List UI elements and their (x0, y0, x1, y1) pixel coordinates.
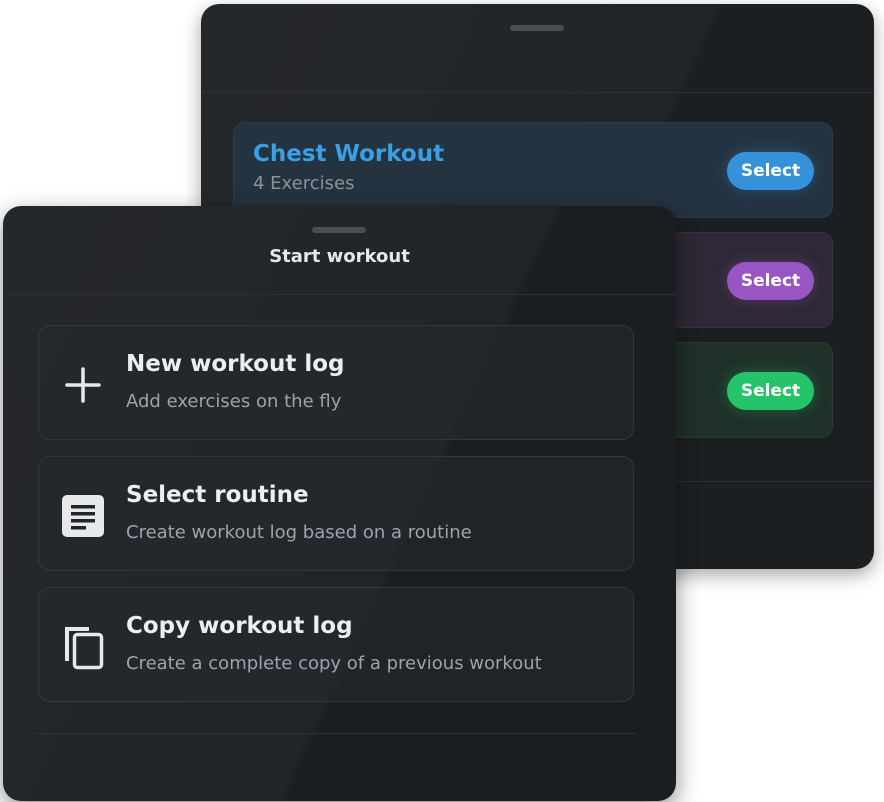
copy-workout-log-option[interactable]: Copy workout log Create a complete copy … (38, 587, 634, 702)
divider (3, 294, 676, 295)
routine-card-chest[interactable]: Chest Workout 4 Exercises Select (233, 122, 833, 218)
option-title: Copy workout log (126, 613, 353, 639)
stage: Chest Workout 4 Exercises Select Select … (0, 0, 884, 802)
divider (201, 92, 874, 93)
copy-icon (59, 623, 107, 671)
select-button[interactable]: Select (727, 262, 814, 300)
divider (35, 733, 636, 734)
select-routine-option[interactable]: Select routine Create workout log based … (38, 456, 634, 571)
option-title: Select routine (126, 482, 309, 508)
drag-handle[interactable] (312, 227, 366, 233)
option-title: New workout log (126, 351, 345, 377)
new-workout-log-option[interactable]: New workout log Add exercises on the fly (38, 325, 634, 440)
option-description: Add exercises on the fly (126, 391, 342, 412)
plus-icon (59, 361, 107, 409)
drag-handle[interactable] (510, 25, 564, 31)
option-description: Create workout log based on a routine (126, 522, 472, 543)
sheet-title: Start workout (269, 246, 410, 267)
routine-exercise-count: 4 Exercises (253, 173, 355, 194)
option-description: Create a complete copy of a previous wor… (126, 653, 542, 674)
select-button[interactable]: Select (727, 372, 814, 410)
routine-title: Chest Workout (253, 141, 445, 167)
select-button[interactable]: Select (727, 152, 814, 190)
document-icon (59, 492, 107, 540)
start-workout-sheet: Start workout New workout log Add exerci… (3, 206, 676, 801)
